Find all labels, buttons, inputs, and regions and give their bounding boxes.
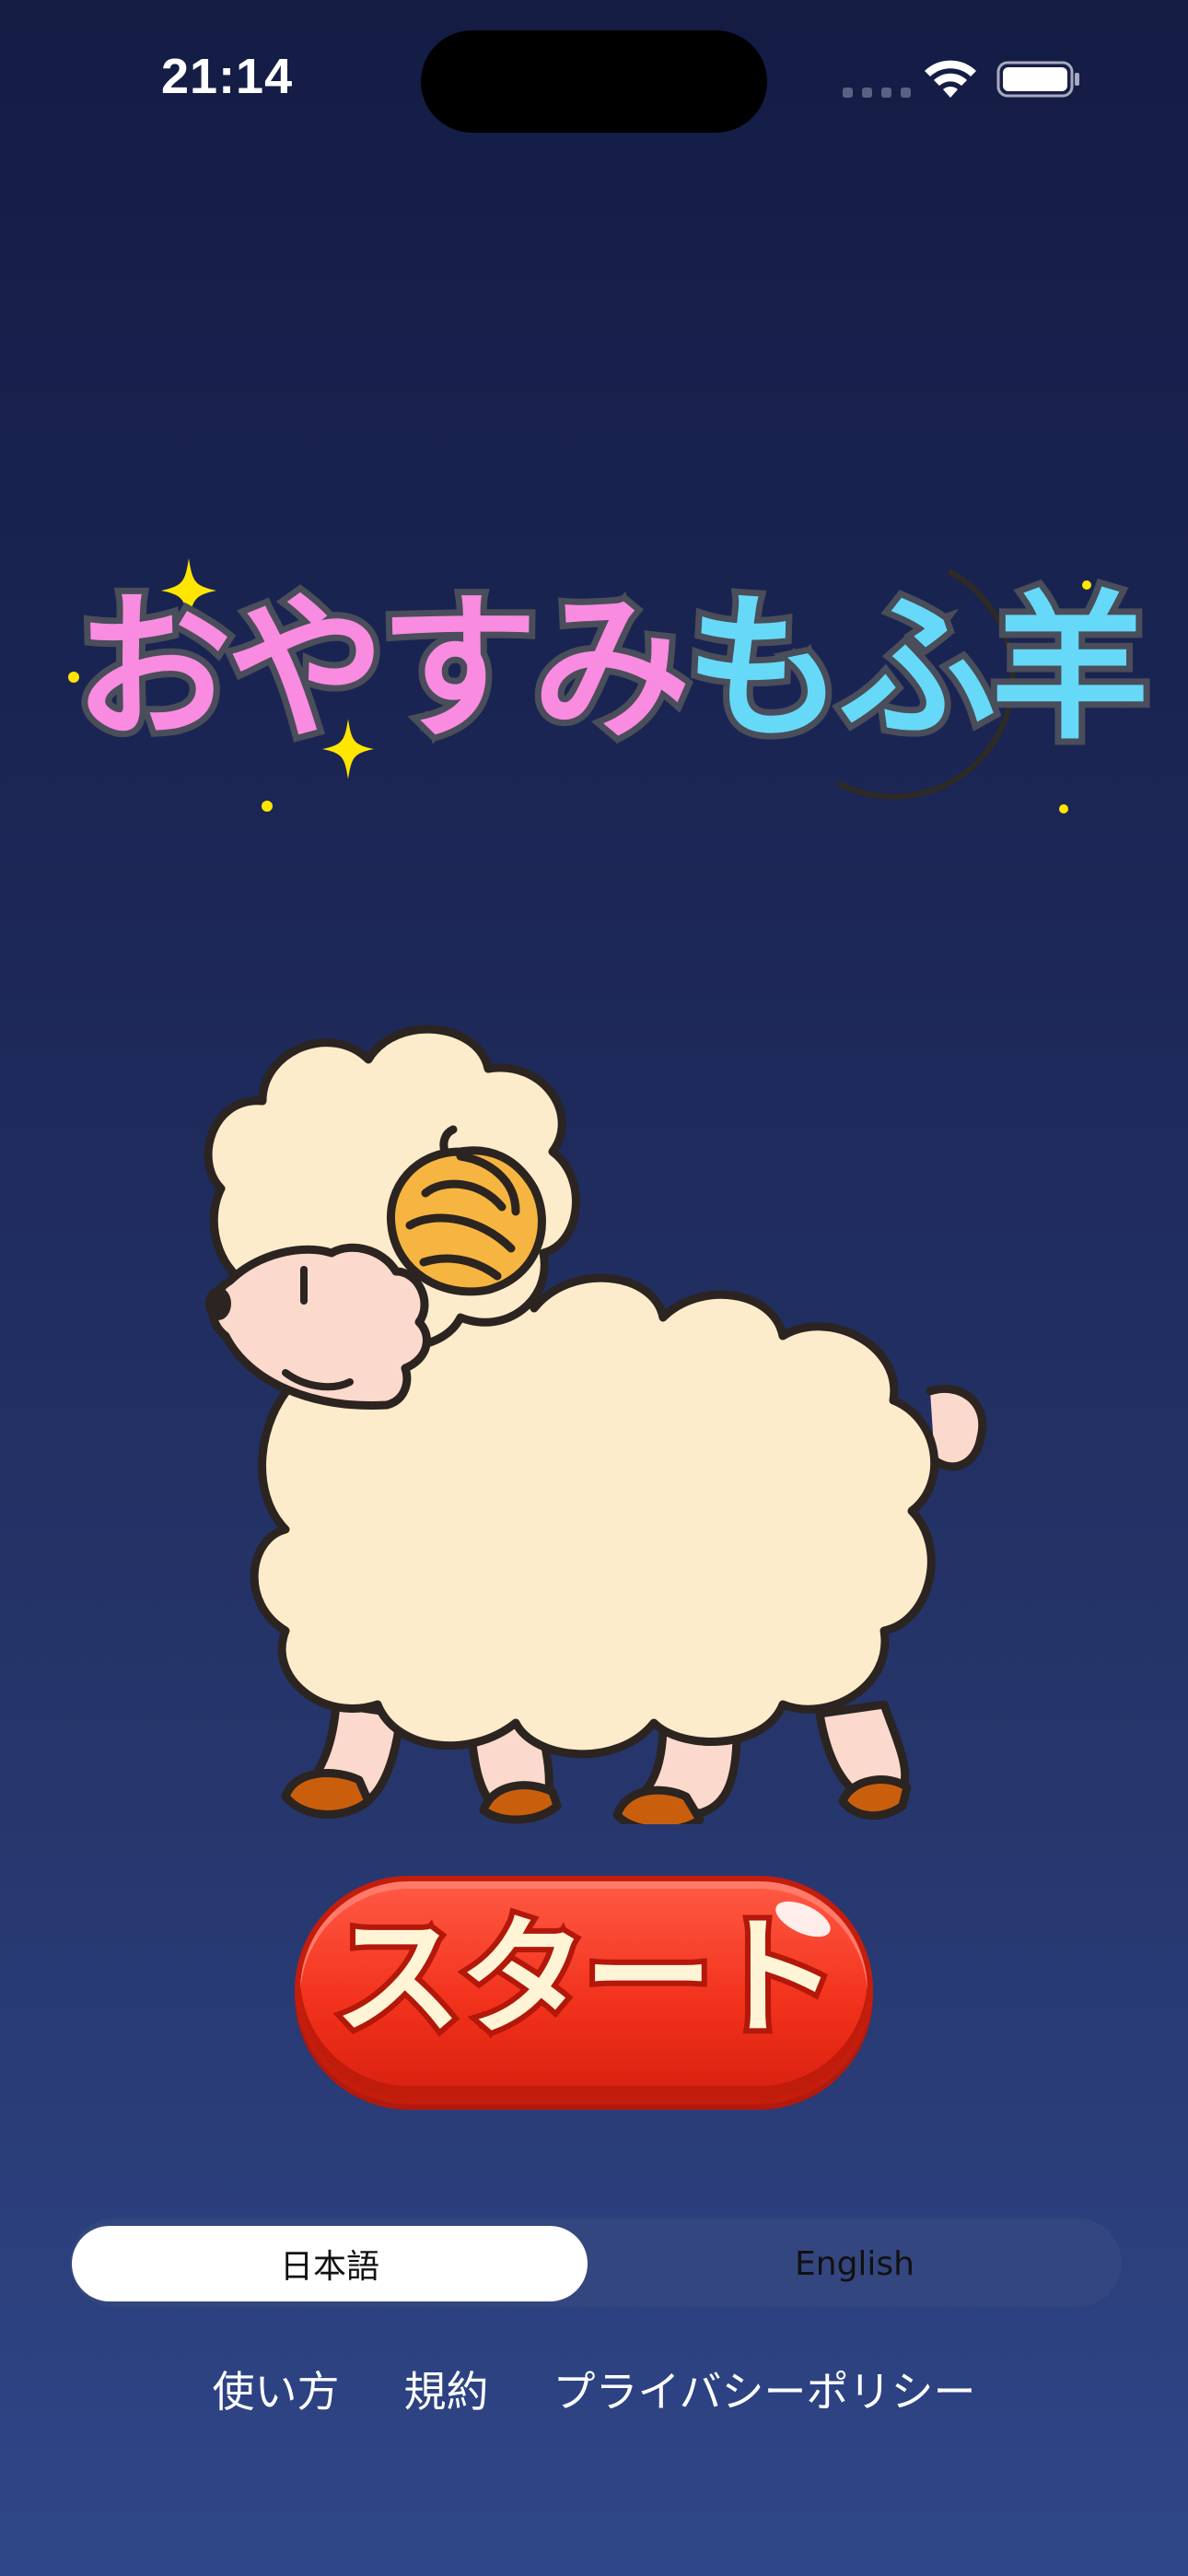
- how-to-use-link[interactable]: 使い方: [212, 2359, 339, 2419]
- app-logo: おやすみもふ羊: [55, 553, 1156, 829]
- footer-links: 使い方 規約 プライバシーポリシー: [0, 2359, 1188, 2419]
- language-option-english[interactable]: English: [597, 2226, 1112, 2301]
- app-title-pink: おやすみ: [67, 576, 697, 761]
- app-title: おやすみもふ羊: [67, 583, 1156, 755]
- app-title-blue: もふ羊: [679, 576, 1156, 761]
- wifi-icon: [925, 60, 976, 98]
- battery-icon: [996, 61, 1079, 98]
- start-button[interactable]: スタート: [295, 1876, 873, 2104]
- terms-link[interactable]: 規約: [403, 2359, 488, 2419]
- sheep-icon: [204, 1025, 987, 1824]
- language-option-japanese[interactable]: 日本語: [72, 2226, 588, 2301]
- start-button-label: スタート: [328, 1903, 844, 2054]
- dynamic-island: [421, 30, 767, 133]
- privacy-policy-link[interactable]: プライバシーポリシー: [553, 2359, 975, 2419]
- language-segmented-control: 日本語 English: [70, 2219, 1122, 2307]
- cellular-signal-icon: [843, 88, 911, 98]
- status-time: 21:14: [161, 49, 294, 104]
